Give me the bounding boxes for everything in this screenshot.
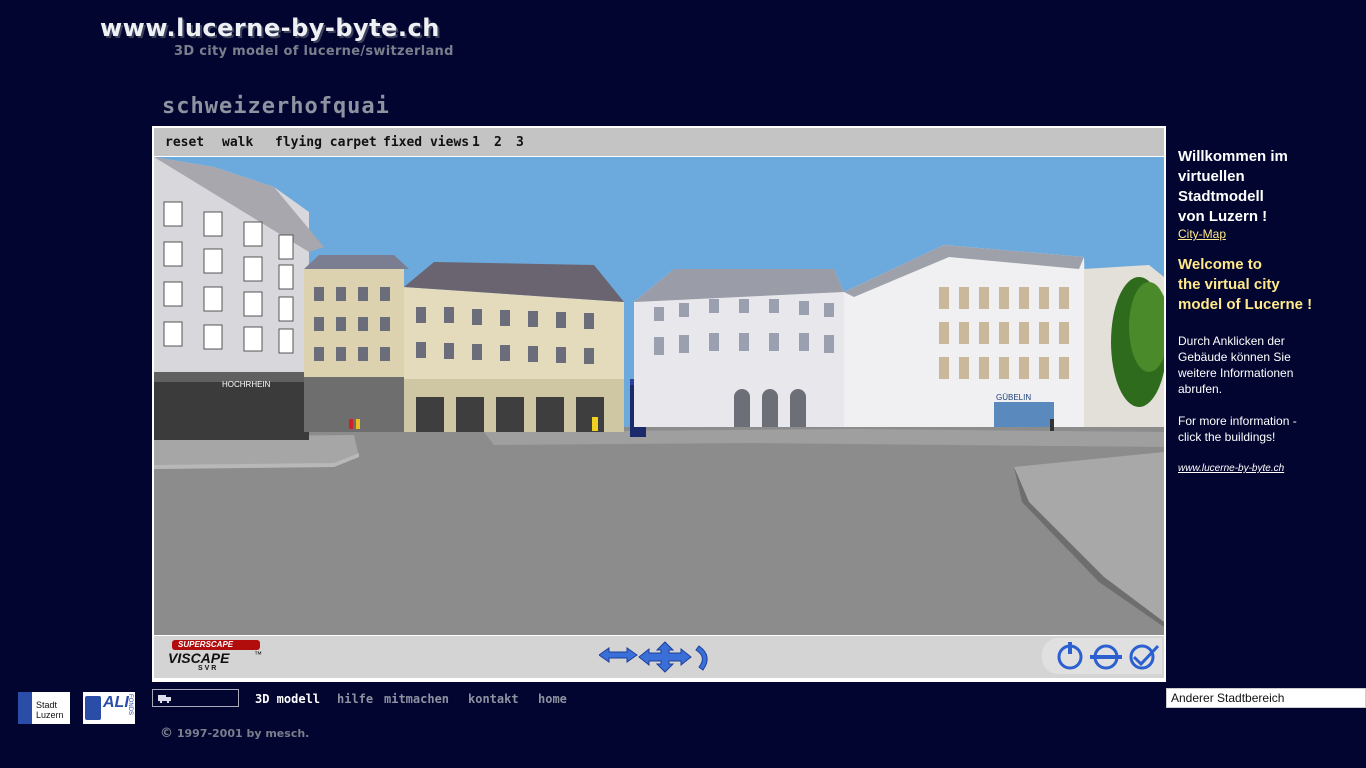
fixed-view-3-button[interactable]: 3	[516, 135, 524, 150]
fixed-view-2-button[interactable]: 2	[494, 135, 502, 150]
power-icon[interactable]	[1057, 642, 1083, 670]
welcome-de-line-1: Willkommen im	[1178, 148, 1288, 165]
copyright-text: 1997-2001 by mesch.	[176, 727, 310, 740]
stadt-luzern-line-2: Luzern	[36, 710, 64, 720]
nav-home[interactable]: home	[538, 692, 567, 706]
site-title: www.lucerne-by-byte.ch	[100, 14, 440, 42]
rotate-icon[interactable]	[695, 645, 708, 671]
welcome-en-line-1: Welcome to	[1178, 256, 1262, 273]
welcome-en-line-2: the virtual city	[1178, 276, 1280, 293]
city-map-link[interactable]: City-Map	[1178, 227, 1358, 241]
nav-mitmachen[interactable]: mitmachen	[384, 692, 449, 706]
info-de-line-3: weitere Informationen	[1178, 366, 1294, 380]
pedestrian	[1050, 419, 1054, 431]
welcome-de-line-3: Stadtmodell	[1178, 188, 1264, 205]
viscape-logo[interactable]: SUPERSCAPE VISCAPE ™ S V R	[160, 640, 264, 674]
nav-kontakt[interactable]: kontakt	[468, 692, 519, 706]
ali-logo-text: ALI	[103, 694, 129, 711]
pedestrian	[356, 419, 360, 429]
fixed-views-label: fixed views	[383, 135, 470, 150]
info-de-line-1: Durch Anklicken der	[1178, 334, 1285, 348]
viscape-logo-bottom: S V R	[198, 665, 217, 672]
building-hotel[interactable]	[304, 255, 409, 432]
copyright-icon: ©	[160, 726, 173, 741]
info-en-line-1: For more information -	[1178, 414, 1297, 428]
reset-button[interactable]: reset	[165, 135, 204, 150]
move-icon[interactable]	[638, 641, 692, 673]
nav-3d-modell[interactable]: 3D modell	[255, 692, 320, 706]
gubelin-sign: GÜBELIN	[996, 393, 1031, 402]
3d-city-view[interactable]: HOCHRHEIN GÜBELIN	[154, 157, 1164, 635]
zoom-icon[interactable]	[1090, 644, 1122, 670]
viscape-logo-main: VISCAPE	[168, 650, 230, 666]
viscape-logo-top: SUPERSCAPE	[178, 640, 234, 649]
stadt-luzern-logo[interactable]: Stadt Luzern	[18, 692, 70, 724]
footer-site-link[interactable]: www.lucerne-by-byte.ch	[1178, 461, 1358, 477]
site-subtitle: 3D city model of lucerne/switzerland	[174, 44, 454, 59]
building-schweizerhof[interactable]	[404, 262, 624, 432]
nav-hilfe[interactable]: hilfe	[337, 692, 373, 706]
view-controls	[1057, 642, 1160, 670]
info-panel: Willkommen im virtuellen Stadtmodell von…	[1178, 147, 1358, 477]
welcome-de-line-4: von Luzern !	[1178, 208, 1268, 225]
viewer-toolbar: reset walk flying carpet fixed views 1 2…	[154, 128, 1164, 156]
hochrhein-sign: HOCHRHEIN	[222, 380, 271, 389]
status-box	[152, 689, 239, 707]
confirm-icon[interactable]	[1129, 644, 1160, 670]
copyright: © 1997-2001 by mesch.	[160, 726, 309, 741]
flying-carpet-button[interactable]: flying carpet	[275, 135, 377, 150]
navigation-controls	[599, 641, 708, 673]
truck-icon	[158, 695, 171, 703]
walk-button[interactable]: walk	[222, 135, 253, 150]
pedestrian	[592, 417, 598, 431]
ali-logo-side: FONDS	[127, 694, 133, 715]
control-bar: SUPERSCAPE VISCAPE ™ S V R	[154, 636, 1164, 678]
district-select[interactable]: Anderer Stadtbereich	[1166, 688, 1366, 708]
fixed-view-1-button[interactable]: 1	[472, 135, 480, 150]
viscape-logo-tm: ™	[254, 650, 262, 659]
info-de-line-2: Gebäude können Sie	[1178, 350, 1291, 364]
shield-icon	[85, 696, 101, 720]
building-central-white[interactable]	[634, 269, 844, 427]
ali-fonds-logo[interactable]: ALI FONDS	[83, 692, 135, 724]
info-en-line-2: click the buildings!	[1178, 430, 1276, 444]
info-de-line-4: abrufen.	[1178, 382, 1223, 396]
pedestrian	[349, 419, 353, 429]
welcome-de-line-2: virtuellen	[1178, 168, 1245, 185]
page-heading: schweizerhofquai	[162, 94, 390, 119]
stadt-luzern-line-1: Stadt	[36, 700, 58, 710]
pan-icon[interactable]	[599, 647, 638, 663]
welcome-en-line-3: model of Lucerne !	[1178, 296, 1313, 313]
